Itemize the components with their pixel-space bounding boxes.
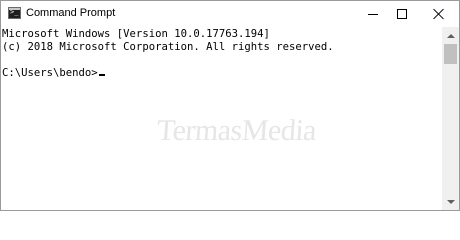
console-prompt-line[interactable]: C:\Users\bendo> [2,67,105,80]
scroll-down-button[interactable] [442,193,459,210]
window-title: Command Prompt [26,7,116,19]
prompt-text: C:\Users\bendo> [2,67,98,79]
close-icon [433,8,445,20]
maximize-icon [397,9,407,19]
title-bar[interactable]: >_ Command Prompt [1,1,459,27]
chevron-down-icon [446,199,455,204]
maximize-button[interactable] [385,1,419,27]
vertical-scrollbar[interactable] [442,27,459,210]
close-button[interactable] [422,1,456,27]
scroll-up-button[interactable] [442,27,459,44]
chevron-up-icon [446,33,455,38]
command-prompt-window: >_ Command Prompt Microsoft Windows [Ver… [0,0,460,211]
console-line-copyright: (c) 2018 Microsoft Corporation. All righ… [2,41,334,53]
cmd-icon[interactable]: >_ [8,7,21,19]
console-line-version: Microsoft Windows [Version 10.0.17763.19… [2,28,270,40]
scroll-thumb[interactable] [444,44,457,64]
text-cursor [98,74,105,76]
watermark: TermasMedia [155,114,318,147]
minimize-icon [368,13,378,15]
cmd-icon-glyph: >_ [10,8,19,16]
